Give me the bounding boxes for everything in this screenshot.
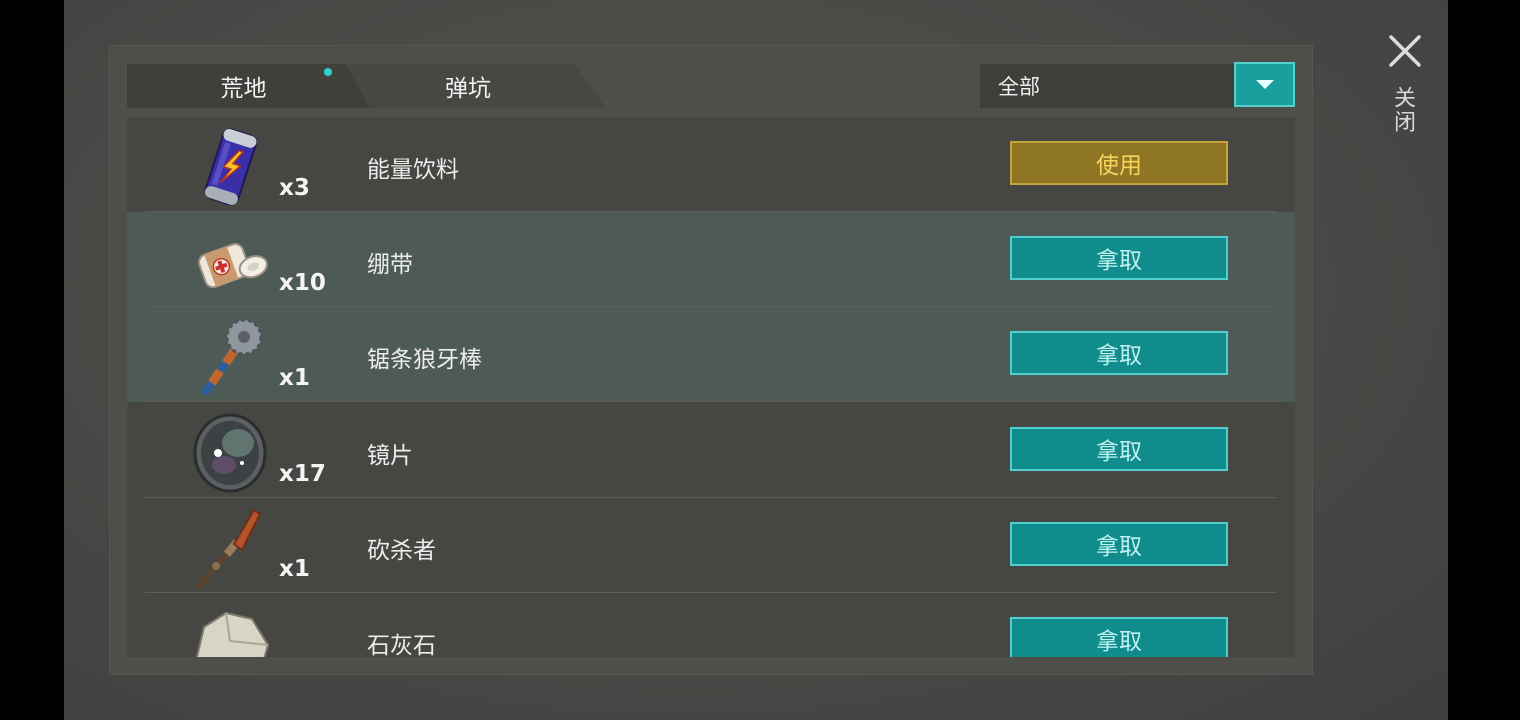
row-divider <box>145 401 1277 402</box>
close-icon[interactable] <box>1384 32 1426 72</box>
lens-icon <box>193 413 267 493</box>
item-quantity: x17 <box>279 461 326 487</box>
list-item: x1 砍杀者 拿取 <box>127 498 1295 593</box>
filter-dropdown[interactable]: 全部 <box>980 64 1234 108</box>
item-quantity: x1 <box>279 556 310 582</box>
item-quantity: x10 <box>279 270 326 296</box>
take-button[interactable]: 拿取 <box>1010 522 1228 566</box>
item-name: 能量饮料 <box>367 157 459 183</box>
dropdown-toggle-button[interactable] <box>1234 62 1295 107</box>
take-button[interactable]: 拿取 <box>1010 331 1228 375</box>
item-name: 石灰石 <box>367 633 436 657</box>
take-button[interactable]: 拿取 <box>1010 236 1228 280</box>
list-item: x1 锯条狼牙棒 拿取 <box>127 307 1295 402</box>
item-quantity: x3 <box>279 175 310 201</box>
machete-icon <box>197 508 262 588</box>
tab-wasteland[interactable]: 荒地 <box>127 64 372 108</box>
take-button[interactable]: 拿取 <box>1010 617 1228 657</box>
list-item: 石灰石 拿取 <box>127 593 1295 657</box>
item-name: 绷带 <box>367 252 413 278</box>
close-label[interactable]: 关闭 <box>1390 86 1418 134</box>
use-button[interactable]: 使用 <box>1010 141 1228 185</box>
saw-mace-icon <box>202 318 263 395</box>
item-name: 镜片 <box>367 443 413 469</box>
filter-value: 全部 <box>998 75 1040 99</box>
limestone-icon <box>195 611 270 657</box>
item-name: 锯条狼牙棒 <box>367 347 482 373</box>
list-item: x3 能量饮料 使用 <box>127 117 1295 212</box>
chevron-down-icon <box>1255 80 1274 89</box>
list-item: x10 绷带 拿取 <box>127 212 1295 307</box>
energy-drink-icon <box>204 128 257 206</box>
item-list[interactable]: x3 能量饮料 使用 x10 绷带 拿取 x1 锯条狼牙棒 拿取 x17 镜片 … <box>127 117 1295 657</box>
tab-crater[interactable]: 弹坑 <box>346 64 606 108</box>
item-quantity: x1 <box>279 365 310 391</box>
tab-label: 弹坑 <box>445 76 491 102</box>
item-name: 砍杀者 <box>367 538 436 564</box>
tab-label: 荒地 <box>220 76 267 102</box>
new-indicator-dot <box>324 68 332 76</box>
take-button[interactable]: 拿取 <box>1010 427 1228 471</box>
list-item: x17 镜片 拿取 <box>127 403 1295 498</box>
bandage-icon <box>197 243 268 289</box>
